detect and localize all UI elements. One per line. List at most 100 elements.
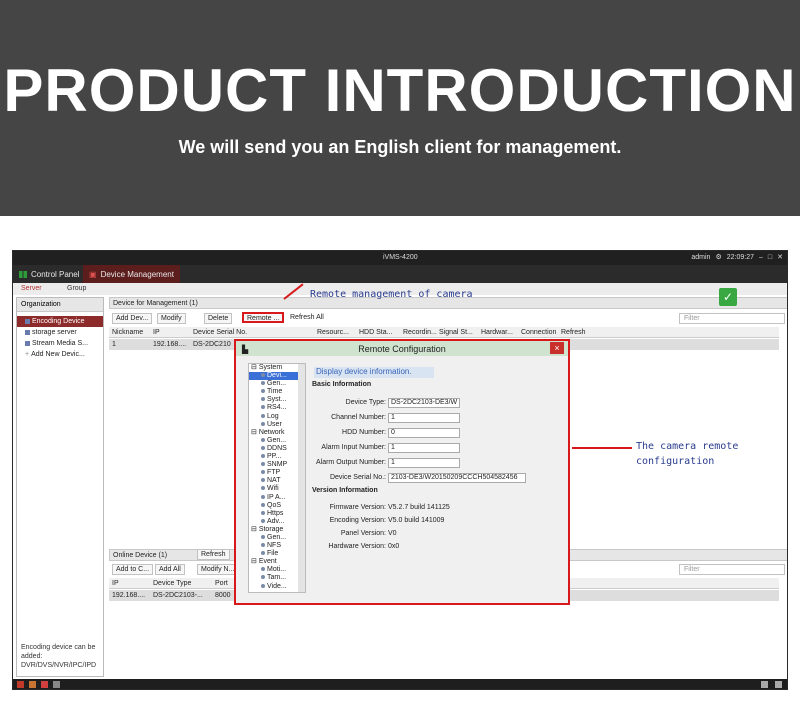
- online-filter-input[interactable]: Filter: [679, 564, 785, 575]
- device-type-field[interactable]: DS-2DC2103-DE3/W: [388, 398, 460, 408]
- firmware-label: Firmware Version:: [329, 504, 386, 511]
- tree-item-label: Https: [267, 509, 284, 517]
- maximize-icon[interactable]: □: [768, 254, 772, 261]
- node-icon: [261, 381, 265, 386]
- tree-item[interactable]: SNMP: [249, 461, 305, 469]
- tree-item[interactable]: NFS: [249, 542, 305, 550]
- online-refresh-button[interactable]: Refresh: [197, 549, 230, 560]
- tree-item[interactable]: Adv...: [249, 518, 305, 526]
- tree-item[interactable]: Https: [249, 510, 305, 518]
- tree-category[interactable]: ⊟ Event: [249, 558, 305, 566]
- col-ip[interactable]: IP: [153, 329, 160, 336]
- hdd-number-field[interactable]: 0: [388, 428, 460, 438]
- add-to-client-button[interactable]: Add to C...: [112, 564, 154, 575]
- delete-button[interactable]: Delete: [204, 313, 233, 324]
- tree-item-label: QoS: [267, 501, 282, 509]
- app-icon[interactable]: [53, 681, 60, 688]
- col-signal[interactable]: Signal St...: [439, 329, 473, 336]
- tree-category[interactable]: ⊟ System: [249, 364, 305, 372]
- remote-config-button[interactable]: Remote ...: [242, 312, 285, 323]
- tab-device-management[interactable]: ▣ Device Management: [83, 265, 180, 283]
- col-connection[interactable]: Connection: [521, 329, 556, 336]
- col-recording[interactable]: Recordin...: [403, 329, 437, 336]
- col-refresh[interactable]: Refresh: [561, 329, 586, 336]
- col-resource[interactable]: Resourc...: [317, 329, 349, 336]
- tab-control-panel[interactable]: Control Panel: [13, 265, 85, 283]
- serial-no-field[interactable]: 2103-DE3/W20150209CCCH504582456: [388, 473, 526, 483]
- sidebar-item-label: Add New Devic...: [31, 351, 85, 358]
- dialog-close-button[interactable]: ×: [550, 342, 564, 354]
- tree-category[interactable]: ⊟ Storage: [249, 526, 305, 534]
- tree-item[interactable]: Time: [249, 388, 305, 396]
- device-table-header: Nickname IP Device Serial No. Resourc...…: [109, 327, 779, 338]
- tree-item[interactable]: NAT: [249, 477, 305, 485]
- tree-item[interactable]: Vide...: [249, 583, 305, 591]
- tree-item-label: Network: [258, 428, 285, 436]
- tree-item-label: Wifi: [267, 485, 279, 493]
- tree-item[interactable]: QoS: [249, 502, 305, 510]
- tab-server[interactable]: Server: [21, 285, 42, 292]
- tree-scrollbar[interactable]: [298, 364, 305, 592]
- add-all-button[interactable]: Add All: [155, 564, 185, 575]
- tree-category[interactable]: ⊟ Network: [249, 429, 305, 437]
- tree-item-label: NAT: [267, 477, 281, 485]
- start-icon[interactable]: [17, 681, 24, 688]
- col-hardware[interactable]: Hardwar...: [481, 329, 513, 336]
- modify-netinfo-button[interactable]: Modify N...: [197, 564, 239, 575]
- clock: 22:09:27: [726, 253, 754, 261]
- tree-item[interactable]: Wifi: [249, 485, 305, 493]
- col-port[interactable]: Port: [215, 580, 228, 587]
- device-filter-input[interactable]: Filter: [679, 313, 785, 324]
- tree-item[interactable]: Log: [249, 413, 305, 421]
- checkmark-icon[interactable]: ✓: [719, 288, 737, 306]
- tree-item[interactable]: RS4...: [249, 404, 305, 412]
- lock-icon[interactable]: ⚙: [715, 253, 721, 261]
- tray-icon[interactable]: [761, 681, 768, 688]
- tree-item-label: RS4...: [267, 404, 287, 412]
- add-device-button[interactable]: Add Dev...: [112, 313, 153, 324]
- close-icon[interactable]: ✕: [777, 253, 783, 261]
- tree-item[interactable]: File: [249, 550, 305, 558]
- tree-item[interactable]: PP...: [249, 453, 305, 461]
- col-nickname[interactable]: Nickname: [112, 329, 143, 336]
- tree-item[interactable]: IP A...: [249, 494, 305, 502]
- tray-icon[interactable]: [775, 681, 782, 688]
- node-icon: [261, 502, 265, 507]
- col-online-ip[interactable]: IP: [112, 580, 119, 587]
- tree-item[interactable]: DDNS: [249, 445, 305, 453]
- tree-item-label: Gen...: [267, 533, 287, 541]
- channel-number-field[interactable]: 1: [388, 413, 460, 423]
- tree-item[interactable]: Gen...: [249, 534, 305, 542]
- tab-group[interactable]: Group: [67, 285, 86, 292]
- col-device-type[interactable]: Device Type: [153, 580, 191, 587]
- tree-item[interactable]: Gen...: [249, 380, 305, 388]
- node-icon: [261, 421, 265, 426]
- display-info-link[interactable]: Display device information.: [314, 367, 434, 378]
- col-hdd[interactable]: HDD Sta...: [359, 329, 392, 336]
- tree-item[interactable]: Tam...: [249, 574, 305, 582]
- sidebar-item-add-new-device[interactable]: + Add New Devic...: [17, 349, 103, 360]
- tree-item[interactable]: Devi...: [249, 372, 305, 381]
- tree-item-label: IP A...: [267, 493, 286, 501]
- tree-item[interactable]: FTP: [249, 469, 305, 477]
- minimize-icon[interactable]: –: [759, 254, 763, 261]
- app-icon[interactable]: [41, 681, 48, 688]
- alarm-input-field[interactable]: 1: [388, 443, 460, 453]
- tree-item[interactable]: Syst...: [249, 396, 305, 404]
- refresh-all-button[interactable]: Refresh All: [287, 313, 327, 324]
- sidebar-item-stream-media[interactable]: Stream Media S...: [17, 338, 103, 349]
- tree-item[interactable]: Gen...: [249, 437, 305, 445]
- sidebar-item-encoding-device[interactable]: Encoding Device: [17, 316, 103, 327]
- user-name[interactable]: admin: [691, 254, 710, 261]
- tree-item-label: Storage: [258, 525, 284, 533]
- sidebar-item-storage-server[interactable]: storage server: [17, 327, 103, 338]
- tree-item[interactable]: Moti...: [249, 566, 305, 574]
- node-icon: [261, 543, 265, 548]
- modify-button[interactable]: Modify: [157, 313, 186, 324]
- tab-device-management-label: Device Management: [100, 269, 174, 279]
- col-serial[interactable]: Device Serial No.: [193, 329, 247, 336]
- cell-ip: 192.168....: [153, 341, 187, 348]
- app-icon[interactable]: [29, 681, 36, 688]
- tree-item[interactable]: User: [249, 421, 305, 429]
- alarm-output-field[interactable]: 1: [388, 458, 460, 468]
